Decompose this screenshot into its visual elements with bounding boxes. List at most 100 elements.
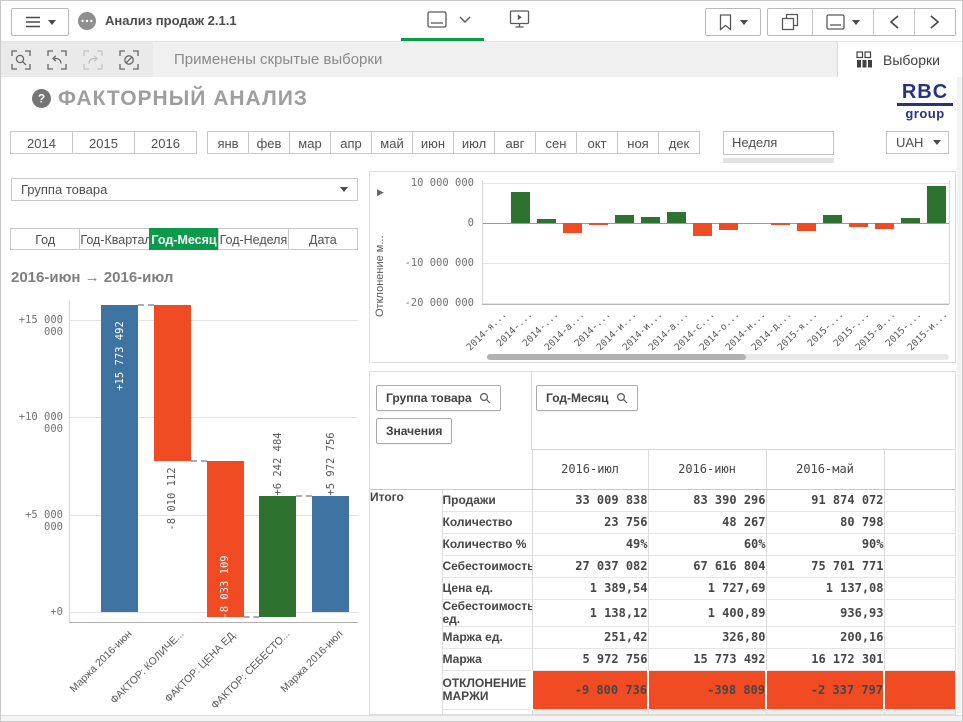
pivot-measure-label[interactable]: ОТКЛОНЕНИЕ МАРЖИ [442,670,532,709]
pivot-value-cell: 48 267 [648,511,766,533]
deviation-bar[interactable] [797,223,816,231]
pivot-column-button[interactable]: Год-Месяц [536,385,638,411]
tab-Год-Неделя[interactable]: Год-Неделя [218,228,288,250]
rbc-group-logo: RBC group [897,82,953,120]
tab-Год[interactable]: Год [10,228,80,250]
x-axis-line [482,304,949,305]
pivot-values-button[interactable]: Значения [376,418,452,444]
pivot-measure-label[interactable]: Количество [442,511,532,533]
undo-selection-icon[interactable] [47,50,67,70]
deviation-bar[interactable] [849,223,868,227]
month-button[interactable]: дек [658,131,700,154]
deviation-bar[interactable] [927,186,946,223]
pivot-measure-label[interactable]: Количество % [442,533,532,555]
x-axis-line [69,622,358,623]
tab-Дата[interactable]: Дата [288,228,358,250]
deviation-bar[interactable] [641,217,660,223]
help-icon[interactable]: ? [32,89,51,108]
tab-Год-Месяц[interactable]: Год-Месяц [149,228,219,250]
top-toolbar: Анализ продаж 2.1.1 [1,1,962,42]
pivot-value-cell: 1 727,69 [648,577,766,599]
selections-panel-button[interactable]: Выборки [837,42,962,77]
waterfall-bar[interactable] [154,305,191,461]
waterfall-bar[interactable] [259,496,296,617]
redo-selection-icon[interactable] [83,50,103,70]
global-menu-button[interactable] [11,8,69,36]
pivot-measure-label[interactable]: Себестоимость [442,555,532,577]
pivot-column-header[interactable]: 2016-май [766,449,884,489]
pivot-column-header[interactable]: 2016-июл [532,449,648,489]
pivot-value-cell: 326,80 [648,626,766,648]
month-button[interactable]: авг [494,131,536,154]
product-group-label: Группа товара [21,182,107,197]
deviation-bar[interactable] [693,223,712,236]
clear-selections-icon[interactable] [119,50,139,70]
smart-search-icon[interactable] [11,50,31,70]
pivot-value-cell [884,626,956,648]
logo-line2: group [897,107,953,120]
next-sheet-button[interactable] [915,9,955,35]
currency-dropdown[interactable]: UAH [886,131,949,154]
bar-value-label: +5 972 756 [325,432,337,495]
deviation-bar[interactable] [901,218,920,223]
active-sheet-indicator [401,38,484,41]
deviation-bar[interactable] [667,212,686,223]
pivot-measure-label[interactable]: Продажи [442,489,532,511]
month-button[interactable]: июл [453,131,495,154]
month-button[interactable]: ноя [617,131,659,154]
svg-text:?: ? [38,92,45,106]
month-button[interactable]: май [371,131,413,154]
month-button[interactable]: июн [412,131,454,154]
sheet-selector[interactable] [427,11,471,28]
selections-grid-icon [856,51,873,68]
pivot-dimension-button[interactable]: Группа товара [376,385,501,411]
prev-sheet-button[interactable] [874,9,915,35]
year-button[interactable]: 2016 [134,131,197,154]
deviation-bar[interactable] [511,192,530,223]
axis-tick-label: 10 000 000 [400,177,474,189]
search-icon [616,392,628,404]
pivot-corner-cell [370,449,532,489]
pivot-measure-label[interactable]: Себестоимость ед. [442,599,532,626]
month-button[interactable]: сен [535,131,577,154]
deviation-bar[interactable] [875,223,894,229]
bookmarks-button[interactable] [705,8,761,36]
pivot-value-cell [884,489,956,511]
year-button[interactable]: 2014 [10,131,73,154]
deviation-bar[interactable] [537,219,556,223]
duplicate-sheet-button[interactable] [768,9,813,35]
deviation-bar[interactable] [719,223,738,230]
product-group-dropdown[interactable]: Группа товара [11,178,358,201]
month-button[interactable]: мар [289,131,331,154]
y-axis-line [69,301,70,622]
deviation-bar[interactable] [589,223,608,225]
deviation-bar[interactable] [615,215,634,223]
month-button[interactable]: фев [248,131,290,154]
waterfall-bar[interactable] [312,496,349,612]
week-filter-input[interactable]: Неделя [723,131,834,155]
sheet-list-button[interactable] [813,9,874,35]
pivot-header-divider [531,372,532,449]
chart-scrollbar-thumb[interactable] [487,354,746,360]
month-button[interactable]: янв [207,131,249,154]
tab-Год-Квартал[interactable]: Год-Квартал [79,228,149,250]
pivot-column-header[interactable]: 2016-июн [648,449,766,489]
pivot-measure-label[interactable]: Маржа ед. [442,626,532,648]
pivot-value-cell [884,648,956,670]
pivot-measure-label[interactable]: Маржа [442,648,532,670]
pivot-value-cell: 23 756 [532,511,648,533]
pivot-total-row-header[interactable]: Итого [370,489,442,715]
deviation-bar[interactable] [563,223,582,233]
storytelling-button[interactable] [509,10,530,30]
year-button[interactable]: 2015 [72,131,135,154]
pivot-value-cell [884,555,956,577]
deviation-bar[interactable] [771,223,790,225]
month-button[interactable]: окт [576,131,618,154]
month-button[interactable]: апр [330,131,372,154]
year-filter: 201420152016 [11,131,197,154]
pivot-grid: 2016-июл2016-июн2016-майИтогоПродажи33 0… [370,449,956,715]
deviation-bar[interactable] [823,215,842,223]
pivot-measure-label[interactable]: Цена ед. [442,577,532,599]
pivot-value-cell: 27 037 082 [532,555,648,577]
x-axis-category-label: ФАКТОР: КОЛИЧЕ... [93,628,186,721]
